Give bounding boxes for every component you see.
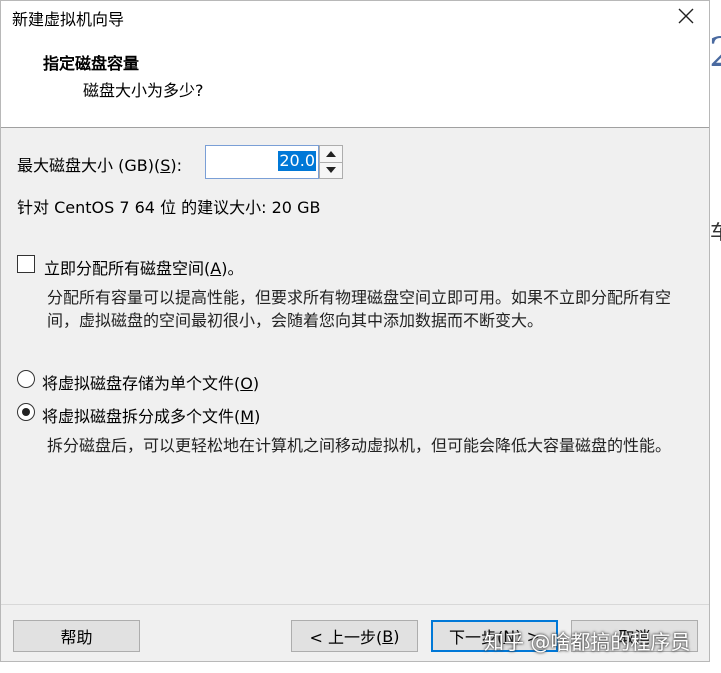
multi-file-description: 拆分磁盘后，可以更轻松地在计算机之间移动虚拟机，但可能会降低大容量磁盘的性能。 <box>47 436 672 455</box>
recommended-size-text: 针对 CentOS 7 64 位 的建议大小: 20 GB <box>17 198 321 217</box>
increase-button[interactable] <box>320 146 342 163</box>
multi-file-radio[interactable] <box>17 403 35 421</box>
allocate-description: 分配所有容量可以提高性能，但要求所有物理磁盘空间立即可用。如果不立即分配所有空间… <box>47 288 672 330</box>
header-divider <box>1 127 709 128</box>
single-file-radio[interactable] <box>17 370 35 388</box>
allocate-now-label[interactable]: 立即分配所有磁盘空间(A)。 <box>44 255 243 279</box>
watermark: 知乎 @啥都搞的程序员 <box>484 630 691 654</box>
decrease-button[interactable] <box>320 162 342 178</box>
help-button[interactable]: 帮助 <box>13 620 140 652</box>
disk-size-label: 最大磁盘大小 (GB)(S): <box>17 156 182 175</box>
page-subtitle: 磁盘大小为多少? <box>83 81 204 100</box>
wizard-header: 指定磁盘容量 磁盘大小为多少? <box>1 31 709 127</box>
allocate-now-checkbox[interactable] <box>17 255 35 273</box>
close-button[interactable] <box>663 1 709 31</box>
triangle-down-icon <box>326 167 336 173</box>
page-title: 指定磁盘容量 <box>43 54 140 73</box>
back-button[interactable]: < 上一步(B) <box>291 620 418 652</box>
title-bar: 新建虚拟机向导 <box>1 1 709 31</box>
disk-size-input[interactable]: 20.0 <box>205 145 319 179</box>
new-vm-wizard-dialog: 新建虚拟机向导 指定磁盘容量 磁盘大小为多少? 最大磁盘大小 (GB)(S): … <box>0 0 710 662</box>
multi-file-label[interactable]: 将虚拟磁盘拆分成多个文件(M) <box>42 403 260 427</box>
radio-selected-dot <box>22 408 30 416</box>
background-app-text: 2( <box>709 30 721 76</box>
window-title: 新建虚拟机向导 <box>12 10 125 29</box>
background-app-text: 车 <box>710 220 721 244</box>
single-file-label[interactable]: 将虚拟磁盘存储为单个文件(O) <box>42 370 259 394</box>
footer-divider <box>1 604 709 605</box>
disk-size-value: 20.0 <box>278 151 316 171</box>
close-icon <box>678 8 694 24</box>
disk-size-spinner[interactable] <box>319 145 343 179</box>
triangle-up-icon <box>326 151 336 157</box>
